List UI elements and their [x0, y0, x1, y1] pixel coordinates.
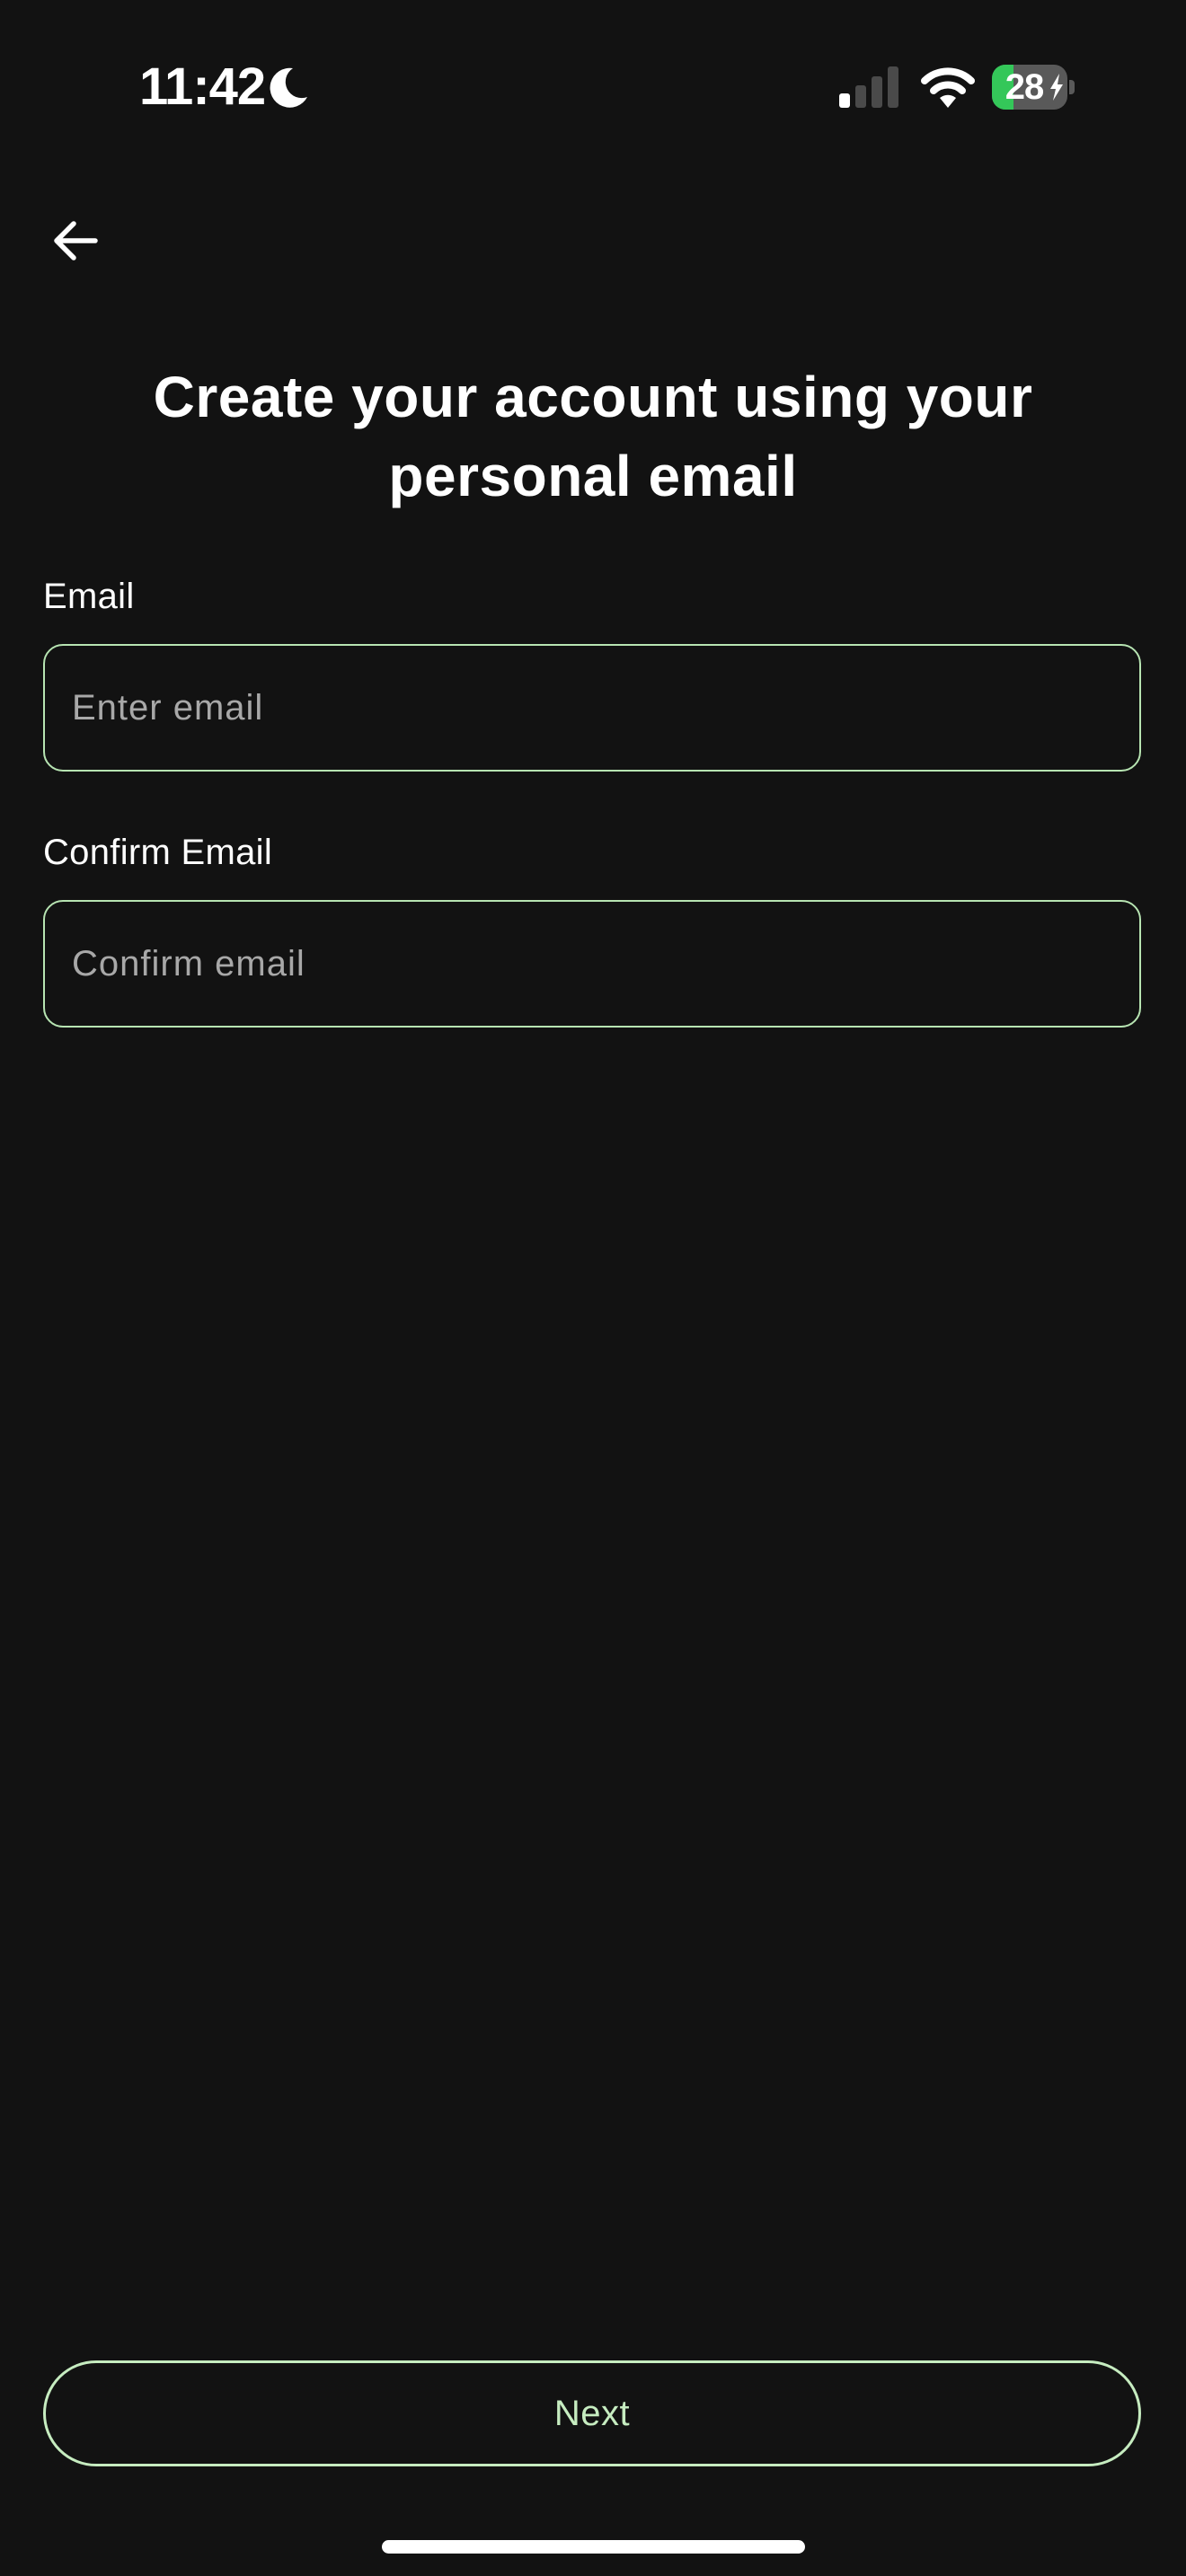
battery-indicator: 28	[992, 65, 1075, 110]
next-button[interactable]: Next	[43, 2360, 1141, 2466]
charging-bolt-icon	[1050, 74, 1063, 101]
cellular-signal-icon	[839, 66, 898, 108]
page-title: Create your account using your personal …	[153, 365, 1033, 508]
status-time: 11:42	[139, 57, 266, 116]
email-field[interactable]	[43, 644, 1141, 772]
email-label: Email	[43, 577, 135, 616]
wifi-icon	[921, 67, 975, 108]
confirm-email-label: Confirm Email	[43, 833, 273, 872]
back-button[interactable]	[34, 199, 117, 282]
status-bar: 11:42 28	[0, 0, 1186, 171]
moon-icon	[270, 67, 307, 108]
battery-level: 28	[1005, 67, 1045, 107]
arrow-left-icon	[54, 221, 98, 260]
home-indicator	[382, 2540, 805, 2554]
confirm-email-field[interactable]	[43, 900, 1141, 1028]
